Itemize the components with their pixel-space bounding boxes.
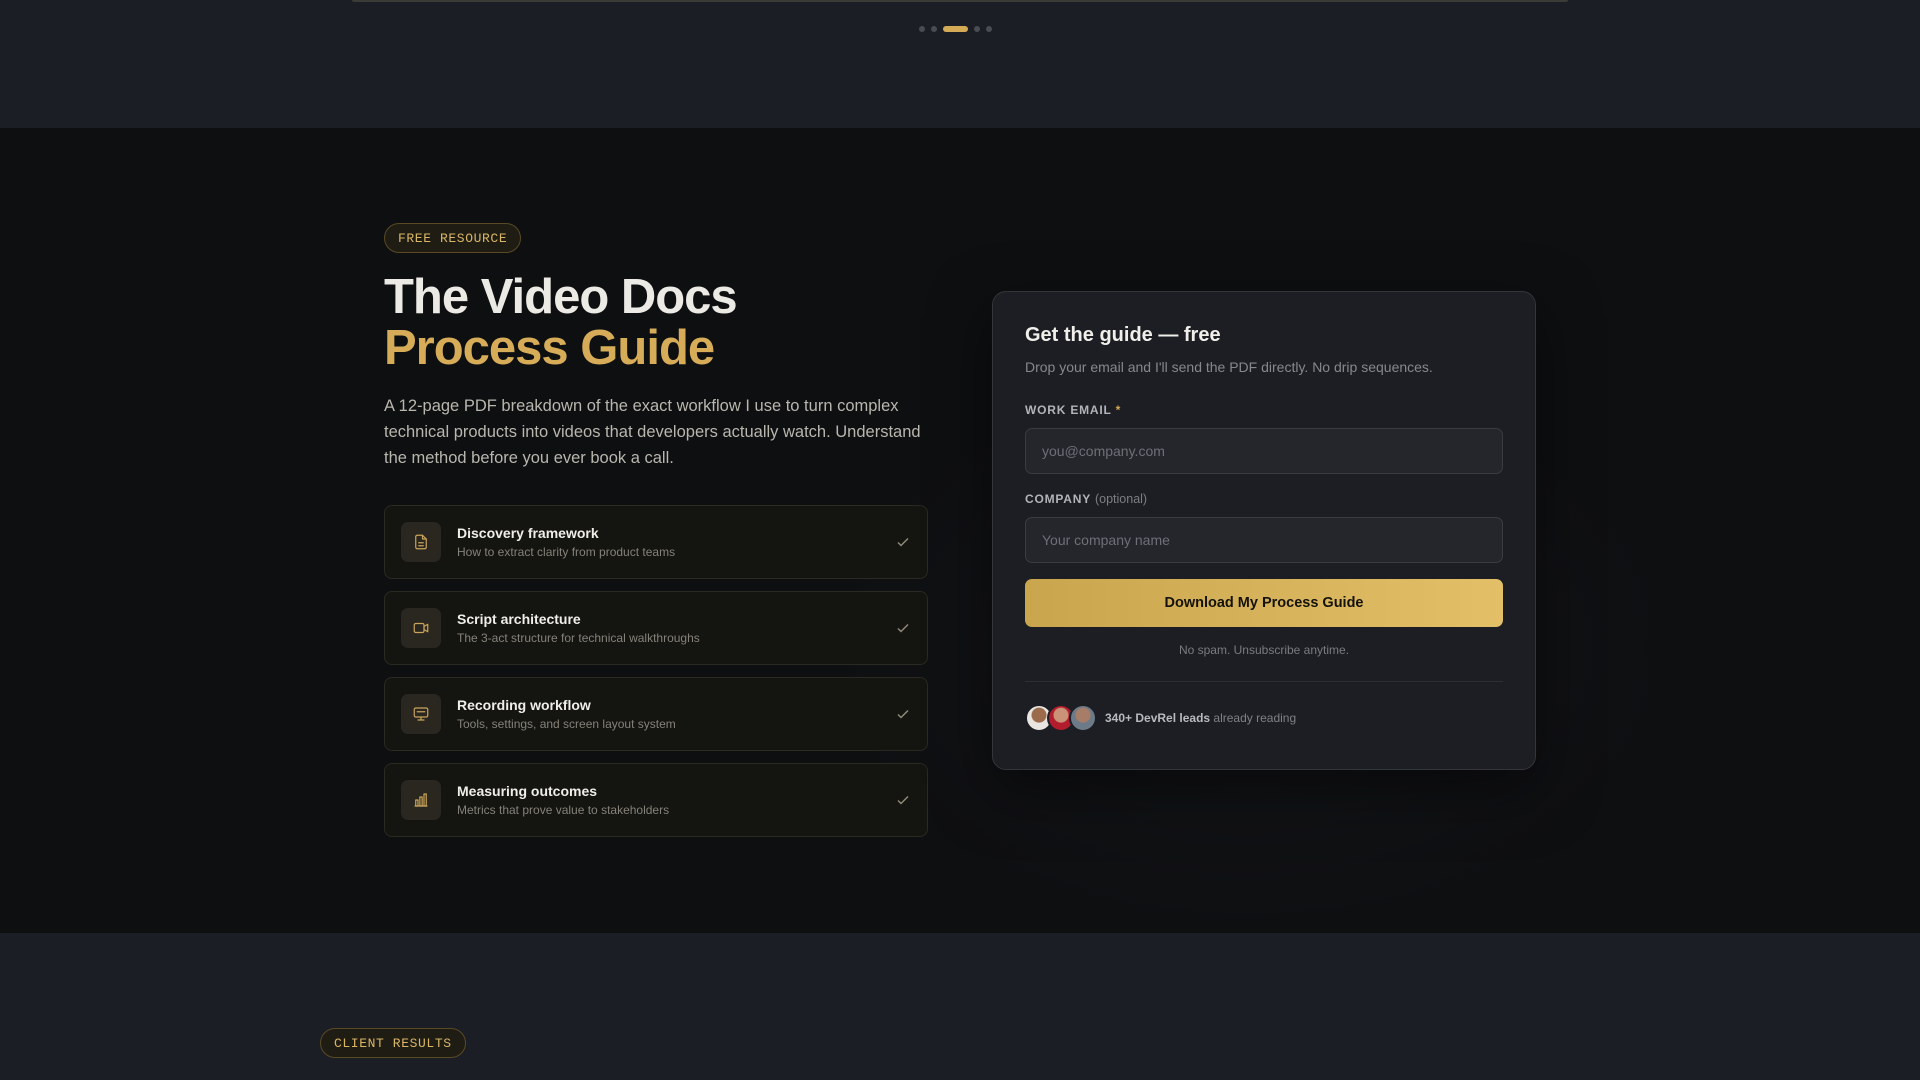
client-results-badge: CLIENT RESULTS	[320, 1028, 466, 1058]
feature-title: Recording workflow	[457, 697, 591, 713]
lead-magnet-section	[0, 128, 1920, 933]
hero-description: A 12-page PDF breakdown of the exact wor…	[384, 397, 921, 467]
feature-subtitle: How to extract clarity from product team…	[457, 545, 676, 559]
previous-section	[0, 0, 1920, 128]
avatar-stack	[1025, 704, 1097, 732]
feature-item-script: Script architecture The 3-act structure …	[384, 591, 928, 665]
free-resource-badge: FREE RESOURCE	[384, 223, 522, 253]
feature-title: Measuring outcomes	[457, 783, 598, 799]
carousel-dot[interactable]	[931, 26, 937, 32]
check-icon	[895, 792, 911, 808]
carousel-track-edge	[352, 0, 1568, 2]
page-title: The Video Docs Process Guide	[384, 270, 738, 375]
feature-item-outcomes: Measuring outcomes Metrics that prove va…	[384, 763, 928, 837]
feature-list: Discovery framework How to extract clari…	[384, 505, 928, 849]
optional-hint: (optional)	[1094, 492, 1148, 506]
check-icon	[895, 534, 911, 550]
guide-signup-form: Get the guide — free Drop your email and…	[992, 291, 1536, 770]
feature-subtitle: Metrics that prove value to stakeholders	[457, 803, 670, 817]
carousel-dot[interactable]	[919, 26, 925, 32]
feature-title: Script architecture	[457, 611, 581, 627]
bar-chart-icon	[401, 780, 441, 820]
email-label: WORK EMAIL *	[1025, 403, 1122, 417]
feature-subtitle: The 3-act structure for technical walkth…	[457, 631, 700, 645]
no-spam-note: No spam. Unsubscribe anytime.	[1178, 643, 1350, 657]
monitor-icon	[401, 694, 441, 734]
avatar	[1069, 704, 1097, 732]
check-icon	[895, 706, 911, 722]
check-icon	[895, 620, 911, 636]
divider	[1025, 681, 1503, 682]
client-results-section: CLIENT RESULTS	[0, 933, 1920, 1080]
feature-subtitle: Tools, settings, and screen layout syste…	[457, 717, 676, 731]
carousel-dot-active[interactable]	[943, 26, 968, 32]
company-field[interactable]	[1025, 517, 1503, 563]
social-proof: 340+ DevRel leads already reading	[1025, 704, 1503, 732]
feature-item-discovery: Discovery framework How to extract clari…	[384, 505, 928, 579]
form-subtitle: Drop your email and I'll send the PDF di…	[1025, 359, 1433, 375]
download-guide-button[interactable]: Download My Process Guide	[1025, 579, 1503, 627]
document-icon	[401, 522, 441, 562]
feature-item-recording: Recording workflow Tools, settings, and …	[384, 677, 928, 751]
email-field[interactable]	[1025, 428, 1503, 474]
feature-title: Discovery framework	[457, 525, 599, 541]
video-icon	[401, 608, 441, 648]
title-line-1: The Video Docs	[384, 270, 738, 324]
company-label: COMPANY (optional)	[1025, 492, 1148, 506]
social-proof-text: 340+ DevRel leads already reading	[1105, 711, 1297, 725]
carousel-dot[interactable]	[986, 26, 992, 32]
carousel-dots	[919, 26, 992, 32]
form-title: Get the guide — free	[1025, 324, 1221, 346]
carousel-dot[interactable]	[974, 26, 980, 32]
title-line-2: Process Guide	[384, 321, 715, 375]
required-mark: *	[1115, 403, 1122, 417]
